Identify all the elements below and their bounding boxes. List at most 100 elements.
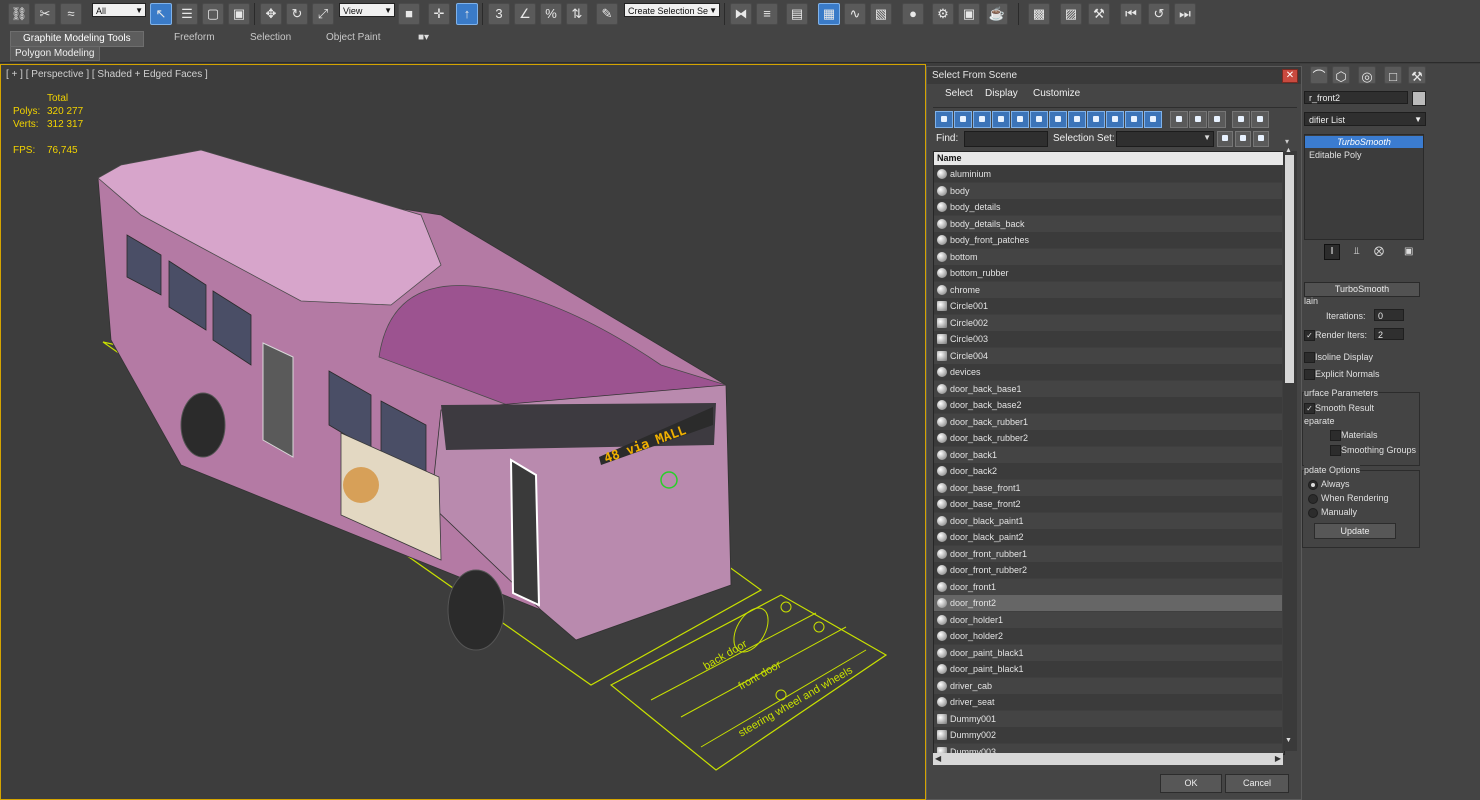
render-iters-checkbox[interactable]: ✓ [1304, 330, 1315, 341]
list-item[interactable]: door_back_base1 [934, 380, 1282, 397]
show-end-result-icon[interactable]: ⫫ [1354, 246, 1360, 257]
close-icon[interactable]: ✕ [1282, 69, 1298, 83]
select-by-name-icon[interactable]: ☰ [176, 3, 198, 25]
isoline-display-checkbox[interactable] [1304, 352, 1315, 363]
remove-from-set-icon[interactable] [1253, 131, 1269, 147]
display-shapes-icon[interactable] [954, 111, 972, 128]
rotate-icon[interactable]: ↻ [286, 3, 308, 25]
menu-display[interactable]: Display [985, 88, 1018, 99]
explicit-normals-checkbox[interactable] [1304, 369, 1315, 380]
display-lights-icon[interactable] [973, 111, 991, 128]
modify-tab-icon[interactable]: ⌒ [1310, 66, 1328, 84]
display-hidden-icon[interactable] [1144, 111, 1162, 128]
mirror-icon[interactable]: ⧓ [730, 3, 752, 25]
list-item[interactable]: body_details_back [934, 215, 1282, 232]
play-forward-icon[interactable]: ⏭ [1174, 3, 1196, 25]
cancel-button[interactable]: Cancel [1225, 774, 1289, 793]
list-item[interactable]: door_paint_black1 [934, 644, 1282, 661]
select-invert-icon[interactable] [1208, 111, 1226, 128]
render-iters-spinner[interactable]: 2 [1374, 328, 1404, 340]
display-tab-icon[interactable]: □ [1384, 66, 1402, 84]
menu-customize[interactable]: Customize [1033, 88, 1080, 99]
collapse-arrow-icon[interactable]: ▾ [1285, 137, 1289, 146]
scene-object-list[interactable]: Name aluminium body body_details body_detai… [933, 151, 1285, 755]
display-containers-icon[interactable] [1106, 111, 1124, 128]
turbosmooth-rollout-title[interactable]: TurboSmooth [1304, 282, 1420, 297]
list-item[interactable]: Dummy002 [934, 727, 1282, 743]
list-item[interactable]: Circle004 [934, 347, 1282, 364]
find-input[interactable] [964, 131, 1048, 147]
filter-icon[interactable] [1232, 111, 1250, 128]
list-item[interactable]: body_details [934, 199, 1282, 215]
list-item[interactable]: chrome [934, 281, 1282, 298]
list-horizontal-scrollbar[interactable]: ◀ ▶ [933, 753, 1283, 765]
list-item[interactable]: body_front_patches [934, 232, 1282, 248]
layer-manager-icon[interactable]: ▤ [786, 3, 808, 25]
list-item[interactable]: driver_cab [934, 677, 1282, 694]
container-icon[interactable]: ▩ [1028, 3, 1050, 25]
list-item[interactable]: door_base_front2 [934, 496, 1282, 512]
list-item[interactable]: Circle001 [934, 298, 1282, 314]
bind-space-warp-icon[interactable]: ≈ [60, 3, 82, 25]
display-bones-icon[interactable] [1087, 111, 1105, 128]
display-frozen-icon[interactable] [1125, 111, 1143, 128]
selection-filter-select[interactable]: All ▼ [92, 3, 146, 17]
tab-object-paint[interactable]: Object Paint [314, 31, 392, 45]
edit-named-selection-icon[interactable]: ✎ [596, 3, 618, 25]
stack-item-editable-poly[interactable]: Editable Poly [1309, 149, 1362, 161]
polygon-modeling-button[interactable]: Polygon Modeling [10, 46, 100, 61]
render-setup-icon[interactable]: ⚙ [932, 3, 954, 25]
list-item[interactable]: devices [934, 364, 1282, 380]
list-item[interactable]: door_front_rubber1 [934, 545, 1282, 562]
ok-button[interactable]: OK [1160, 774, 1222, 793]
menu-select[interactable]: Select [945, 88, 973, 99]
object-name-field[interactable]: r_front2 [1304, 91, 1408, 104]
keyboard-shortcut-override-icon[interactable]: ↑ [456, 3, 478, 25]
list-item[interactable]: Circle003 [934, 331, 1282, 347]
list-item[interactable]: door_front_rubber2 [934, 562, 1282, 578]
select-manipulate-icon[interactable]: ✛ [428, 3, 450, 25]
materials-checkbox[interactable] [1330, 430, 1341, 441]
list-item[interactable]: door_back_rubber2 [934, 430, 1282, 446]
utilities-tab-icon[interactable]: ⚒ [1408, 66, 1426, 84]
select-none-icon[interactable] [1189, 111, 1207, 128]
unlink-icon[interactable]: ✂ [34, 3, 56, 25]
name-column-header[interactable]: Name [934, 152, 1284, 165]
named-selection-sets-select[interactable]: Create Selection Se ▼ [624, 3, 720, 17]
select-set-icon[interactable] [1217, 131, 1233, 147]
snaps-toggle-icon[interactable]: 3 [488, 3, 510, 25]
angle-snap-icon[interactable]: ∠ [514, 3, 536, 25]
display-xrefs-icon[interactable] [1068, 111, 1086, 128]
iterations-spinner[interactable]: 0 [1374, 309, 1404, 321]
render-production-icon[interactable]: ☕ [986, 3, 1008, 25]
graphite-toggle-icon[interactable]: ▦ [818, 3, 840, 25]
selection-set-dropdown[interactable]: ▼ [1116, 131, 1214, 147]
when-rendering-radio[interactable] [1308, 494, 1318, 504]
smoothing-groups-checkbox[interactable] [1330, 445, 1341, 456]
tab-freeform[interactable]: Freeform [162, 31, 227, 45]
schematic-view-icon[interactable]: ▧ [870, 3, 892, 25]
scrollbar-thumb[interactable] [1285, 155, 1294, 383]
list-item[interactable]: door_back2 [934, 463, 1282, 479]
list-item[interactable]: door_back_rubber1 [934, 413, 1282, 430]
update-button[interactable]: Update [1314, 523, 1396, 539]
list-item[interactable]: bottom_rubber [934, 265, 1282, 281]
tools-icon[interactable]: ⚒ [1088, 3, 1110, 25]
list-item[interactable]: Dummy001 [934, 710, 1282, 727]
display-cameras-icon[interactable] [992, 111, 1010, 128]
list-item[interactable]: door_holder1 [934, 611, 1282, 628]
always-radio[interactable] [1308, 480, 1318, 490]
dialog-title[interactable]: Select From Scene [927, 67, 1301, 84]
tab-graphite-modeling-tools[interactable]: Graphite Modeling Tools [10, 31, 144, 47]
rectangular-selection-icon[interactable]: ▢ [202, 3, 224, 25]
configure-sets-icon[interactable]: ▣ [1404, 246, 1413, 257]
list-item[interactable]: door_holder2 [934, 628, 1282, 644]
spinner-snap-icon[interactable]: ⇅ [566, 3, 588, 25]
list-item[interactable]: door_paint_black1 [934, 661, 1282, 677]
list-item[interactable]: door_back1 [934, 446, 1282, 463]
modifier-list-dropdown[interactable]: difier List ▼ [1304, 112, 1426, 126]
material-editor-icon[interactable]: ● [902, 3, 924, 25]
list-item[interactable]: door_base_front1 [934, 479, 1282, 496]
add-to-set-icon[interactable] [1235, 131, 1251, 147]
list-item[interactable]: aluminium [934, 166, 1282, 182]
